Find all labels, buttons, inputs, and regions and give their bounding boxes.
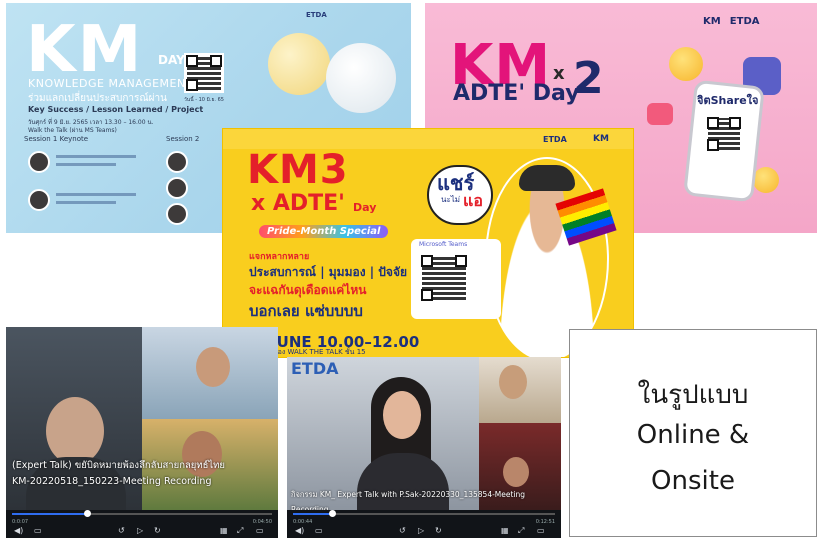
speaker-face [46, 397, 104, 465]
poster3-line3: จะแฉกันดุเดือดแค่ไหน [249, 283, 367, 297]
cast-icon[interactable]: ▭ [256, 526, 264, 535]
participant-face [196, 347, 230, 387]
share-red-text: แอ [463, 191, 483, 210]
video1-title-line2: KM-20220518_150223-Meeting Recording [12, 476, 212, 487]
heart-notification-icon [647, 103, 673, 125]
speaker-info [56, 201, 116, 204]
speaker-avatar [166, 177, 188, 199]
poster3-header [223, 129, 633, 149]
speaker-info [56, 193, 136, 196]
speaker-info [56, 163, 116, 166]
poster3-subtitle: x ADTE' [251, 191, 345, 216]
etda-logo: ETDA [729, 16, 760, 27]
play-icon[interactable]: ▷ [137, 526, 143, 535]
laughing-emoji-icon [669, 47, 703, 81]
phone-text: จิตShareใจ [697, 94, 759, 107]
poster3-subtitle-day: Day [353, 201, 377, 214]
caption-line2: Online & [636, 420, 750, 450]
poster3-qr-code[interactable] [419, 253, 469, 303]
video2-progress-bar[interactable] [293, 510, 555, 517]
video1-time-total: 0:04:50 [252, 519, 272, 525]
volume-icon[interactable]: ◀) [14, 526, 23, 535]
poster1-subtitle: KNOWLEDGE MANAGEMENT [28, 77, 193, 90]
video2-time-total: 0:12:51 [535, 519, 555, 525]
participant-face [503, 457, 529, 487]
video1-title-line1: (Expert Talk) ขยับิดหมายพ้องลึกลับสายกลย… [12, 460, 225, 471]
video-player-1[interactable]: (Expert Talk) ขยับิดหมายพ้องลึกลับสายกลย… [6, 327, 278, 538]
rewind-icon[interactable]: ↺ [118, 526, 125, 535]
poster1-tagline: Key Success / Lesson Learned / Project [28, 105, 204, 114]
video1-time-elapsed: 0:0:07 [12, 519, 29, 525]
poster2-qr-code[interactable] [705, 115, 743, 153]
forward-icon[interactable]: ↻ [435, 526, 442, 535]
video2-controls: 0:00:44 0:12:51 ◀) ▭ ↺ ▷ ↻ ▦ ⤢ ▭ [287, 510, 561, 538]
speaker-face [383, 391, 421, 439]
poster1-qr-caption: วันนี้ - 10 มิ.ย. 65 [184, 97, 224, 103]
poster1-title: KM [26, 13, 144, 87]
video1-progress-bar[interactable] [12, 510, 272, 517]
settings-icon[interactable]: ▦ [220, 526, 228, 535]
speaker-avatar [166, 203, 188, 225]
lightbulb-yellow [268, 33, 330, 95]
poster2-subtitle: ADTE' Day [453, 81, 580, 106]
smile-emoji-icon [753, 167, 779, 193]
lightbulb-white [326, 43, 396, 113]
video2-logo: ETDA [291, 359, 339, 378]
volume-icon[interactable]: ◀) [295, 526, 304, 535]
km3-pride-month-poster: ETDA KM KM3 x ADTE' Day Pride-Month Spec… [222, 128, 634, 358]
captions-icon[interactable]: ▭ [315, 526, 323, 535]
presenter-hair [519, 165, 575, 191]
caption-line1: ในรูปแบบ [637, 380, 749, 410]
poster1-logo: ETDA [306, 11, 327, 19]
poster3-title: KM3 [247, 147, 349, 193]
poster2-logos: KM ETDA [703, 9, 760, 28]
poster3-line1: แจกหลากหลาย [249, 252, 310, 262]
poster1-venue: Walk the Talk (ผ่าน MS Teams) [28, 127, 117, 134]
video1-controls: 0:0:07 0:04:50 ◀) ▭ ↺ ▷ ↻ ▦ ⤢ ▭ [6, 510, 278, 538]
caption-line3: Onsite [651, 466, 735, 496]
play-icon[interactable]: ▷ [418, 526, 424, 535]
video2-time-elapsed: 0:00:44 [293, 519, 313, 525]
rewind-icon[interactable]: ↺ [399, 526, 406, 535]
poster3-line2: ประสบการณ์ | มุมมอง | ปัจจัย [249, 265, 408, 279]
poster1-session2: Session 2 [166, 135, 200, 143]
forward-icon[interactable]: ↻ [154, 526, 161, 535]
poster1-qr-code[interactable] [184, 53, 224, 93]
settings-icon[interactable]: ▦ [501, 526, 509, 535]
poster3-line4: บอกเลย แซ่บบบบ [249, 302, 363, 320]
speaker-avatar [28, 189, 50, 211]
share-small-text: นะไม่ [441, 195, 461, 204]
speaker-info [56, 155, 136, 158]
speaker-avatar [166, 151, 188, 173]
poster1-thai-subtitle: ร่วมแลกเปลี่ยนประสบการณ์ผ่าน [28, 93, 167, 104]
poster1-session1: Session 1 Keynote [24, 135, 89, 143]
poster3-km-logo: KM [593, 134, 609, 144]
cast-icon[interactable]: ▭ [537, 526, 545, 535]
teams-label: Microsoft Teams [419, 241, 468, 248]
video-player-2[interactable]: ETDA กิจกรรม KM_ Expert Talk with P.Sak-… [287, 357, 561, 538]
km-logo: KM [703, 16, 721, 27]
poster3-special-tag: Pride-Month Special [259, 225, 389, 238]
participant-face [499, 365, 527, 399]
captions-icon[interactable]: ▭ [34, 526, 42, 535]
format-caption-box: ในรูปแบบ Online & Onsite [569, 329, 817, 537]
poster3-etda-logo: ETDA [543, 135, 567, 144]
fullscreen-icon[interactable]: ⤢ [518, 526, 524, 536]
poster1-title-suffix: DAY [158, 53, 185, 67]
speaker-avatar [28, 151, 50, 173]
fullscreen-icon[interactable]: ⤢ [237, 526, 243, 536]
